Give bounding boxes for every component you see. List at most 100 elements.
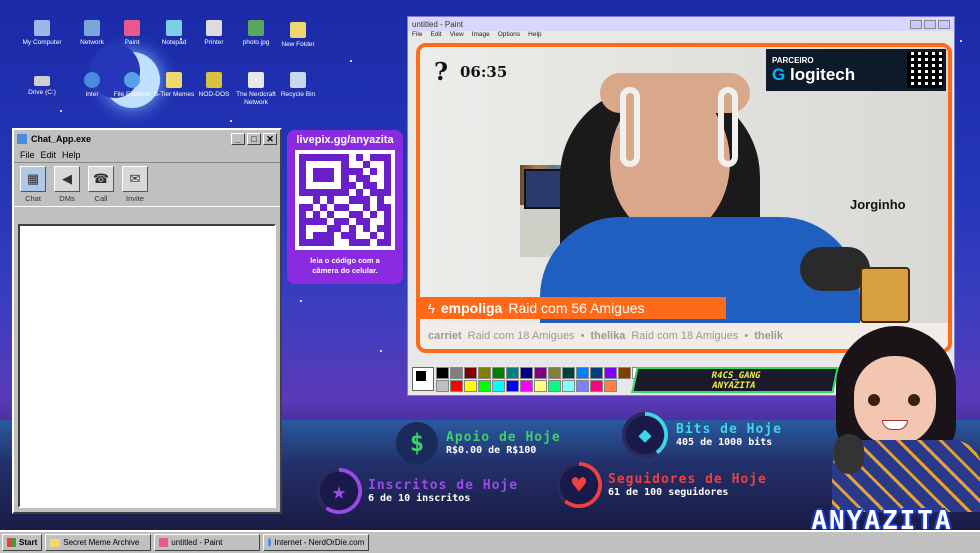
- palette-swatch[interactable]: [464, 367, 477, 379]
- ticker-text: Raid com 18 Amigues: [631, 330, 739, 342]
- palette-swatch[interactable]: [604, 367, 617, 379]
- invite-icon: ✉: [122, 166, 148, 192]
- menu-file[interactable]: File: [20, 150, 35, 160]
- palette-swatch[interactable]: [520, 380, 533, 392]
- desktop-icon-new-folder[interactable]: New Folder: [268, 22, 328, 49]
- menu-options[interactable]: Options: [498, 31, 520, 42]
- palette-swatch[interactable]: [562, 367, 575, 379]
- explorer-icon: [124, 72, 140, 88]
- palette-swatch[interactable]: [450, 380, 463, 392]
- menu-image[interactable]: Image: [472, 31, 490, 42]
- menu-view[interactable]: View: [450, 31, 464, 42]
- qr-module: [299, 217, 307, 225]
- desktop-icon-label: NOD-DOS: [198, 91, 230, 98]
- palette-swatch[interactable]: [492, 367, 505, 379]
- palette-swatch[interactable]: [436, 367, 449, 379]
- qr-module: [313, 154, 321, 162]
- apoio-title: Apoio de Hoje: [446, 430, 561, 445]
- maximize-button[interactable]: □: [247, 133, 261, 145]
- tool-call[interactable]: ☎ Call: [86, 166, 116, 203]
- qr-module: [320, 196, 328, 204]
- palette-swatch[interactable]: [436, 380, 449, 392]
- qr-module: [313, 168, 321, 176]
- qr-module: [348, 196, 356, 204]
- desktop-icon-recycle-bin[interactable]: Recycle Bin: [268, 72, 328, 99]
- qr-module: [369, 231, 377, 239]
- palette-swatch[interactable]: [618, 367, 631, 379]
- palette-swatch[interactable]: [548, 380, 561, 392]
- chat-message-area[interactable]: [18, 224, 276, 508]
- palette-swatch[interactable]: [562, 380, 575, 392]
- current-color-indicator[interactable]: [412, 367, 434, 391]
- menu-file[interactable]: File: [412, 31, 422, 42]
- start-button[interactable]: Start: [2, 534, 43, 551]
- qr-module: [334, 196, 342, 204]
- palette-swatch[interactable]: [492, 380, 505, 392]
- tool-invite[interactable]: ✉ Invite: [120, 166, 150, 203]
- qr-module: [369, 217, 377, 225]
- qr-module: [369, 189, 377, 197]
- qr-module: [383, 161, 391, 169]
- palette-swatch[interactable]: [506, 367, 519, 379]
- palette-swatch[interactable]: [450, 367, 463, 379]
- taskbar-item-internet[interactable]: Internet - NerdOrDie.com: [263, 534, 370, 551]
- close-button[interactable]: ✕: [263, 133, 277, 145]
- tool-dms[interactable]: ◀ DMs: [52, 166, 82, 203]
- menu-edit[interactable]: Edit: [430, 31, 441, 42]
- palette-swatch[interactable]: [478, 380, 491, 392]
- qr-module: [355, 154, 363, 162]
- desktop-icon-label: My Computer: [22, 39, 62, 46]
- taskbar-item-meme-archive[interactable]: Secret Meme Archive: [45, 534, 152, 551]
- minimize-button[interactable]: _: [231, 133, 245, 145]
- taskbar-item-paint[interactable]: untitled - Paint: [154, 534, 261, 551]
- minimize-button[interactable]: [910, 19, 922, 29]
- qr-module: [327, 210, 335, 218]
- qr-module: [348, 154, 356, 162]
- paint-icon: [124, 20, 140, 36]
- maximize-button[interactable]: [924, 19, 936, 29]
- palette-swatch[interactable]: [534, 380, 547, 392]
- qr-module: [369, 203, 377, 211]
- chat-titlebar[interactable]: Chat_App.exe _ □ ✕: [14, 130, 280, 148]
- brand-logo-text: ANYAZITA: [811, 506, 953, 536]
- qr-module: [341, 238, 349, 246]
- palette-swatch[interactable]: [576, 367, 589, 379]
- qr-module: [348, 182, 356, 190]
- qr-module: [320, 217, 328, 225]
- qr-code[interactable]: [295, 150, 395, 250]
- avatar-face: [854, 356, 936, 446]
- menu-help[interactable]: Help: [528, 31, 541, 42]
- megaphone-icon: ◀: [54, 166, 80, 192]
- qr-module: [313, 224, 321, 232]
- qr-module: [341, 154, 349, 162]
- notepad-icon: [166, 20, 182, 36]
- qr-module: [355, 168, 363, 176]
- gang-banner: R4CS_GANG ANYAZITA: [631, 367, 839, 393]
- qr-module: [306, 161, 314, 169]
- palette-swatch[interactable]: [548, 367, 561, 379]
- dos-icon: [206, 72, 222, 88]
- tool-chat[interactable]: ▦ Chat: [18, 166, 48, 203]
- avatar-character: [812, 322, 980, 512]
- qr-module: [362, 189, 370, 197]
- palette-swatch[interactable]: [506, 380, 519, 392]
- palette-swatch[interactable]: [534, 367, 547, 379]
- qr-module: [348, 224, 356, 232]
- qr-module: [327, 224, 335, 232]
- menu-edit[interactable]: Edit: [41, 150, 57, 160]
- close-button[interactable]: [938, 19, 950, 29]
- palette-swatch[interactable]: [478, 367, 491, 379]
- qr-module: [334, 182, 342, 190]
- palette-swatch[interactable]: [590, 380, 603, 392]
- seguidores-stat: ♥ Seguidores de Hoje 61 de 100 seguidore…: [556, 462, 767, 508]
- palette-swatch[interactable]: [590, 367, 603, 379]
- menu-help[interactable]: Help: [62, 150, 81, 160]
- palette-swatch[interactable]: [576, 380, 589, 392]
- paint-titlebar[interactable]: untitled - Paint: [408, 17, 954, 31]
- palette-swatch[interactable]: [464, 380, 477, 392]
- qr-module: [376, 161, 384, 169]
- qr-module: [334, 168, 342, 176]
- palette-swatch[interactable]: [604, 380, 617, 392]
- palette-swatch[interactable]: [520, 367, 533, 379]
- tool-label: Call: [94, 194, 108, 203]
